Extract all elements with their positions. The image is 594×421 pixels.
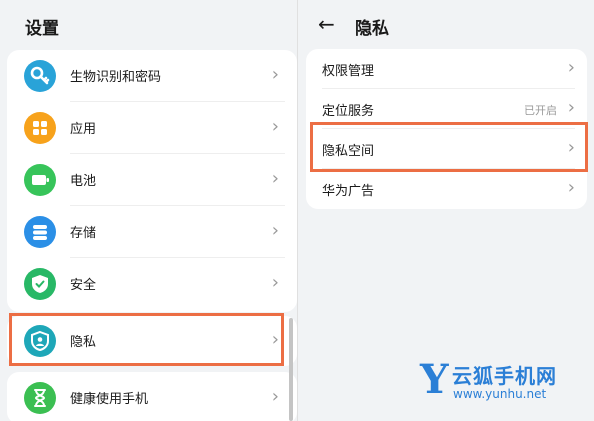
health-card: 健康使用手机 › [7, 372, 297, 421]
privacy-shield-icon [24, 325, 56, 357]
watermark-logo: Y 云狐手机网 www.yunhu.net [416, 356, 592, 408]
chevron-right-icon: › [567, 177, 575, 198]
settings-item-label: 健康使用手机 [70, 392, 149, 407]
watermark-name: 云狐手机网 [452, 364, 557, 388]
key-icon [24, 60, 56, 92]
chevron-right-icon: › [271, 272, 279, 293]
battery-icon [24, 164, 56, 196]
chevron-right-icon: › [271, 116, 279, 137]
scrollbar[interactable] [289, 318, 293, 421]
settings-item-label: 生物识别和密码 [70, 70, 162, 85]
back-arrow-icon[interactable]: ← [318, 12, 335, 36]
chevron-right-icon: › [567, 97, 575, 118]
storage-icon [24, 216, 56, 248]
privacy-item-label: 华为广告 [322, 184, 375, 199]
watermark-url: www.yunhu.net [453, 387, 547, 401]
watermark-letter: Y [420, 356, 449, 403]
settings-item-apps[interactable]: 应用 › [7, 102, 297, 154]
settings-item-digital-balance[interactable]: 健康使用手机 › [7, 372, 297, 421]
settings-item-label: 安全 [70, 278, 97, 293]
chevron-right-icon: › [271, 329, 279, 350]
settings-list-card: 生物识别和密码 › 应用 › 电池 › 存储 › 安全 › [7, 50, 297, 312]
chevron-right-icon: › [271, 220, 279, 241]
page-title: 隐私 [355, 19, 389, 39]
privacy-item-label: 权限管理 [322, 64, 375, 79]
chevron-right-icon: › [567, 137, 575, 158]
apps-grid-icon [24, 112, 56, 144]
settings-item-security[interactable]: 安全 › [7, 258, 297, 310]
settings-item-biometrics[interactable]: 生物识别和密码 › [7, 50, 297, 102]
shield-check-icon [24, 268, 56, 300]
privacy-item-permissions[interactable]: 权限管理 › [306, 49, 587, 89]
chevron-right-icon: › [271, 386, 279, 407]
chevron-right-icon: › [271, 64, 279, 85]
privacy-card: 隐私 › [7, 316, 297, 366]
status-text: 已开启 [524, 104, 557, 117]
settings-item-label: 隐私 [70, 335, 97, 350]
privacy-list-card: 权限管理 › 定位服务 已开启 › 隐私空间 › 华为广告 › [306, 49, 587, 209]
privacy-item-label: 定位服务 [322, 104, 375, 119]
privacy-item-location[interactable]: 定位服务 已开启 › [306, 89, 587, 129]
settings-item-label: 应用 [70, 122, 97, 137]
chevron-right-icon: › [271, 168, 279, 189]
settings-panel: 设置 生物识别和密码 › 应用 › 电池 › 存储 › 安全 › 隐私 › 健康… [0, 0, 298, 421]
privacy-item-private-space[interactable]: 隐私空间 › [306, 129, 587, 169]
privacy-item-label: 隐私空间 [322, 144, 375, 159]
chevron-right-icon: › [567, 57, 575, 78]
privacy-item-huawei-ads[interactable]: 华为广告 › [306, 169, 587, 209]
page-title: 设置 [25, 19, 59, 39]
settings-item-battery[interactable]: 电池 › [7, 154, 297, 206]
settings-item-storage[interactable]: 存储 › [7, 206, 297, 258]
settings-item-privacy[interactable]: 隐私 › [7, 316, 297, 366]
settings-item-label: 存储 [70, 226, 97, 241]
settings-item-label: 电池 [70, 174, 97, 189]
hourglass-icon [24, 382, 56, 414]
